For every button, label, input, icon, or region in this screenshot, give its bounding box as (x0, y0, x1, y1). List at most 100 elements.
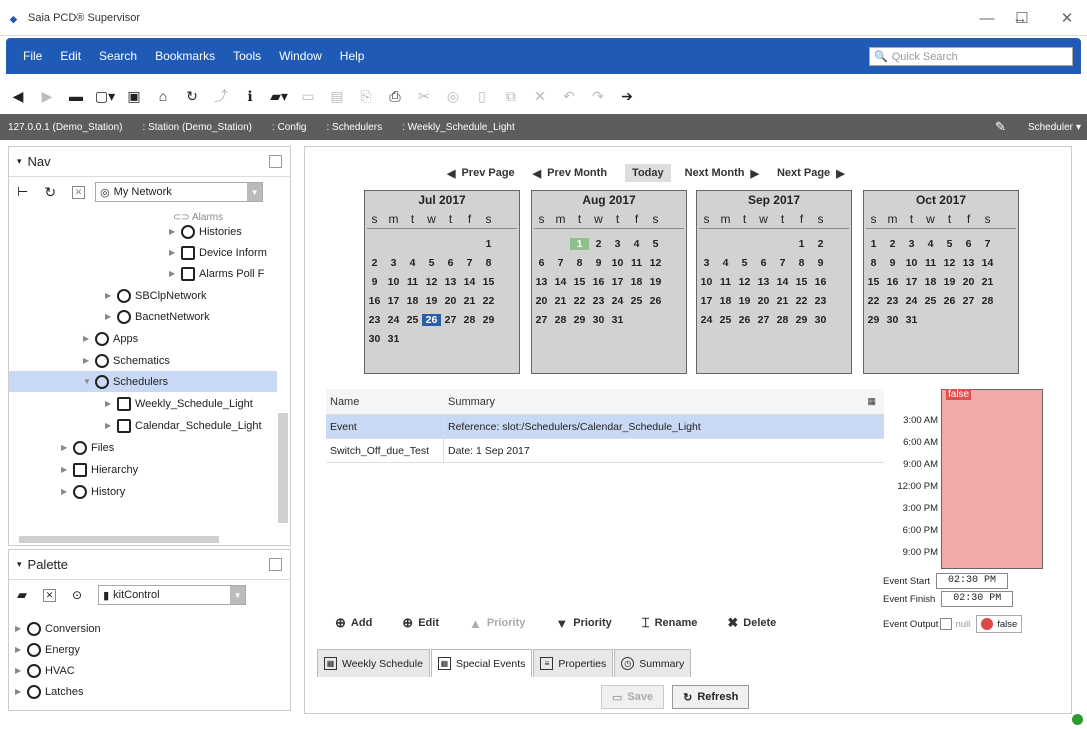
table-row[interactable]: Event Reference: slot:/Schedulers/Calend… (326, 415, 884, 439)
tree-node-schematics[interactable]: ▶ Schematics (83, 350, 170, 371)
back-icon[interactable]: ◀ (7, 85, 29, 107)
collapse-icon[interactable]: ▾ (17, 559, 22, 570)
calendar-day[interactable]: 11 (921, 257, 940, 269)
calendar-day[interactable]: 22 (570, 295, 589, 307)
column-header-summary[interactable]: Summary (444, 396, 495, 408)
calendar-day[interactable]: 2 (589, 238, 608, 250)
column-header-name[interactable]: Name (326, 396, 444, 408)
calendar-day[interactable]: 3 (608, 238, 627, 250)
output-value-select[interactable]: false (976, 615, 1023, 633)
calendar-day[interactable]: 13 (441, 276, 460, 288)
maximize-pane-icon[interactable] (269, 558, 282, 571)
calendar-day[interactable]: 27 (532, 314, 551, 326)
calendar-day[interactable]: 23 (811, 295, 830, 307)
calendar-day[interactable]: 31 (384, 333, 403, 345)
nav-horizontal-scrollbar[interactable] (13, 533, 283, 545)
path-config[interactable]: : Config (272, 122, 306, 133)
calendar-day[interactable]: 28 (460, 314, 479, 326)
calendar-day[interactable]: 14 (460, 276, 479, 288)
minimize-button[interactable]: — (967, 0, 1007, 36)
palette-select[interactable]: ▮ kitControl ▼ (98, 585, 247, 605)
calendar-day[interactable]: 16 (589, 276, 608, 288)
calendar-day[interactable]: 20 (532, 295, 551, 307)
calendar-day[interactable]: 6 (959, 238, 978, 250)
forward-icon[interactable]: ▶ (36, 85, 58, 107)
calendar-day[interactable]: 18 (716, 295, 735, 307)
calendar-day[interactable]: 31 (902, 314, 921, 326)
path-schedulers[interactable]: : Schedulers (326, 122, 382, 133)
tree-icon[interactable]: ⊢ (17, 184, 28, 200)
tree-node-alarms-poll[interactable]: ▶ Alarms Poll F (169, 263, 264, 284)
table-row[interactable]: Switch_Off_due_Test Date: 1 Sep 2017 (326, 439, 884, 463)
prev-page-button[interactable]: ◀ Prev Page (447, 167, 515, 180)
calendar-day[interactable]: 26 (940, 295, 959, 307)
event-start-input[interactable]: 02:30 PM (936, 573, 1008, 589)
calendar-day[interactable]: 3 (902, 238, 921, 250)
tree-node-files[interactable]: ▶ Files (61, 437, 114, 458)
calendar-day[interactable]: 12 (646, 257, 665, 269)
tree-node-hierarchy[interactable]: ▶ Hierarchy (61, 459, 138, 480)
calendar-day[interactable]: 1 (570, 237, 589, 250)
calendar-day[interactable]: 30 (589, 314, 608, 326)
calendar-day[interactable]: 28 (551, 314, 570, 326)
palette-item-latches[interactable]: ▶ Latches (15, 681, 84, 702)
refresh-icon[interactable]: ↻ (181, 85, 203, 107)
calendar-day[interactable]: 9 (883, 257, 902, 269)
calendar-day[interactable]: 22 (479, 295, 498, 307)
menu-file[interactable]: File (21, 49, 44, 63)
duplicate-icon[interactable]: ⧉ (500, 85, 522, 107)
calendar-day[interactable]: 18 (627, 276, 646, 288)
close-icon[interactable]: ✕ (43, 588, 56, 602)
paste-icon[interactable]: ▯ (471, 85, 493, 107)
calendar-day[interactable]: 29 (792, 314, 811, 326)
column-chooser-icon[interactable]: ▦ (867, 396, 876, 407)
calendar-day[interactable]: 8 (864, 257, 883, 269)
calendar-day[interactable]: 20 (754, 295, 773, 307)
path-weekly-schedule[interactable]: : Weekly_Schedule_Light (402, 122, 515, 133)
calendar-day[interactable]: 14 (978, 257, 997, 269)
copy-icon[interactable]: ◎ (442, 85, 464, 107)
calendar-day[interactable]: 13 (754, 276, 773, 288)
calendar-day[interactable]: 13 (959, 257, 978, 269)
calendar-day[interactable]: 5 (735, 257, 754, 269)
tree-node-sbclpnetwork[interactable]: ▶ SBClpNetwork (105, 285, 207, 306)
calendar-day[interactable]: 21 (773, 295, 792, 307)
calendar-day[interactable]: 20 (959, 276, 978, 288)
calendar-day[interactable]: 26 (422, 313, 441, 326)
calendar-day[interactable]: 4 (403, 257, 422, 269)
maximize-pane-icon[interactable] (269, 155, 282, 168)
calendar-day[interactable]: 17 (902, 276, 921, 288)
calendar-day[interactable]: 6 (441, 257, 460, 269)
calendar-day[interactable]: 26 (646, 295, 665, 307)
calendar-day[interactable]: 21 (978, 276, 997, 288)
tree-node-device-info[interactable]: ▶ Device Inform (169, 242, 267, 263)
menu-bookmarks[interactable]: Bookmarks (153, 49, 217, 63)
calendar-day[interactable]: 25 (627, 295, 646, 307)
refresh-button[interactable]: ↻ Refresh (672, 685, 750, 709)
calendar-day[interactable]: 29 (570, 314, 589, 326)
calendar-day[interactable]: 25 (403, 314, 422, 326)
calendar-day[interactable]: 16 (811, 276, 830, 288)
palette-item-conversion[interactable]: ▶ Conversion (15, 618, 101, 639)
calendar-day[interactable]: 5 (940, 238, 959, 250)
calendar-day[interactable]: 17 (608, 276, 627, 288)
calendar-day[interactable]: 28 (773, 314, 792, 326)
info-icon[interactable]: ℹ (239, 85, 261, 107)
calendar-day[interactable]: 10 (902, 257, 921, 269)
calendar-day[interactable]: 16 (883, 276, 902, 288)
tree-node-history[interactable]: ▶ History (61, 481, 125, 502)
calendar-day[interactable]: 21 (551, 295, 570, 307)
calendar-day[interactable]: 14 (551, 276, 570, 288)
calendar-day[interactable]: 24 (697, 314, 716, 326)
side-bar-icon[interactable]: ▢▾ (94, 85, 116, 107)
calendar-day[interactable]: 4 (627, 238, 646, 250)
calendar-day[interactable]: 26 (735, 314, 754, 326)
calendar-day[interactable]: 11 (716, 276, 735, 288)
save-all-icon[interactable]: ▤ (326, 85, 348, 107)
calendar-day[interactable]: 29 (864, 314, 883, 326)
delete-icon[interactable]: ✕ (529, 85, 551, 107)
network-select[interactable]: ◎ My Network ▼ (95, 182, 264, 202)
calendar-day[interactable]: 18 (921, 276, 940, 288)
open-folder-icon[interactable]: ▰▾ (268, 85, 290, 107)
calendar-day[interactable]: 30 (883, 314, 902, 326)
